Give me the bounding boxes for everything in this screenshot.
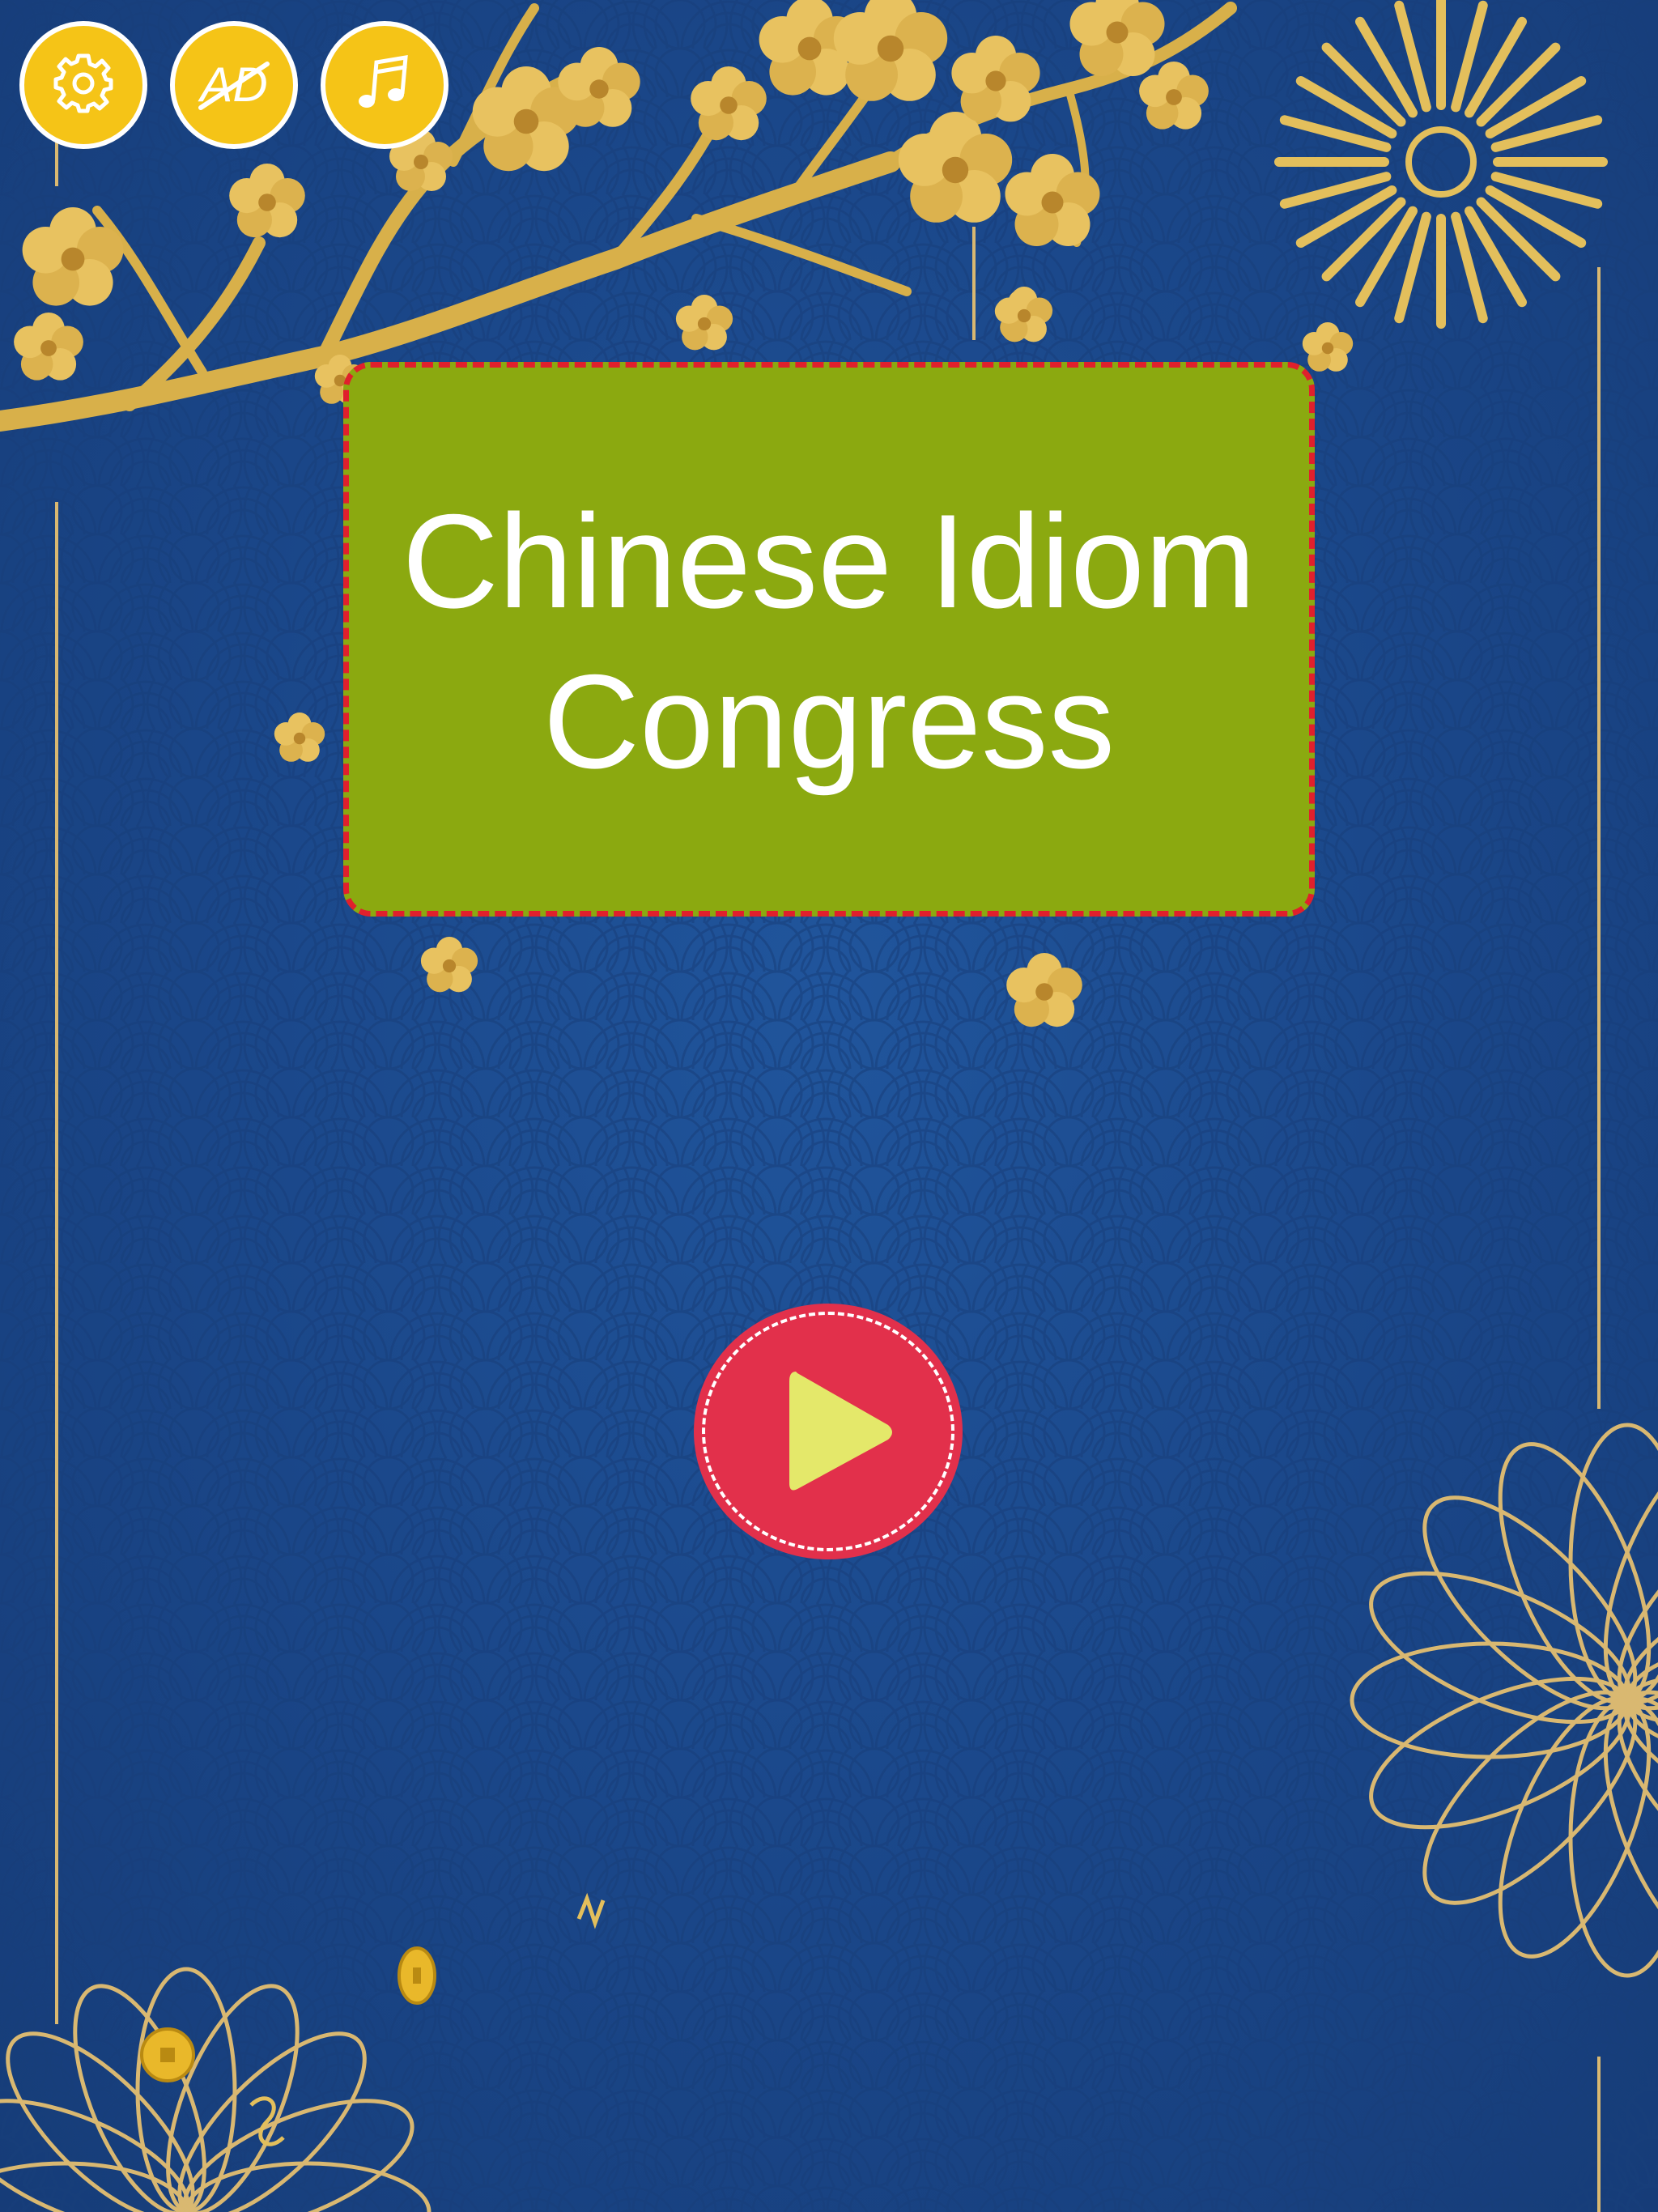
settings-button[interactable] xyxy=(19,21,147,149)
play-button[interactable] xyxy=(694,1304,963,1559)
play-icon xyxy=(783,1363,896,1505)
ad-crossed-icon: AD xyxy=(189,53,278,117)
gear-icon xyxy=(51,51,116,120)
game-title: Chinese Idiom Congress xyxy=(402,487,1256,796)
game-screen: AD Chinese Idiom Congress xyxy=(0,0,1658,2212)
music-button[interactable] xyxy=(321,21,449,149)
title-card: Chinese Idiom Congress xyxy=(343,362,1315,917)
music-note-icon xyxy=(352,51,417,120)
decorative-background xyxy=(0,0,1658,2212)
remove-ads-button[interactable]: AD xyxy=(170,21,298,149)
